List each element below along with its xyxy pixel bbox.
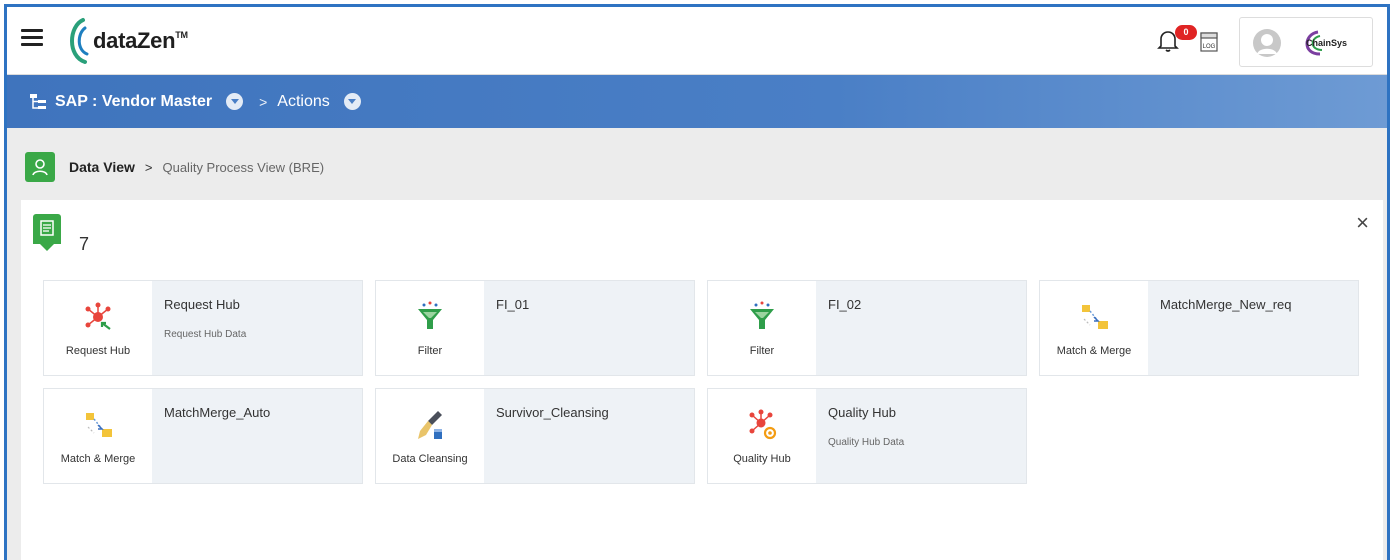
log-label: LOG	[1203, 44, 1216, 50]
match-merge-icon	[86, 413, 112, 437]
close-icon[interactable]: ×	[1356, 210, 1369, 236]
user-avatar-icon[interactable]	[1252, 28, 1282, 58]
card-type-label: Filter	[749, 345, 775, 357]
process-card[interactable]: Match & Merge MatchMerge_New_req	[1039, 280, 1359, 376]
process-card[interactable]: Match & Merge MatchMerge_Auto	[43, 388, 363, 484]
process-list-icon	[33, 214, 61, 251]
log-icon[interactable]: LOG	[1199, 31, 1219, 53]
card-description: Quality Hub Data	[828, 437, 905, 448]
card-name: Request Hub	[164, 297, 240, 312]
match-merge-icon	[1082, 305, 1108, 329]
card-type-label: Match & Merge	[1056, 345, 1132, 357]
card-type-label: Data Cleansing	[392, 453, 468, 465]
process-card[interactable]: Filter FI_01	[375, 280, 695, 376]
datazen-logo-mark-icon	[70, 18, 89, 64]
breadcrumb-current-page: Quality Process View (BRE)	[162, 159, 325, 175]
data-view-icon	[25, 152, 55, 182]
card-description: Request Hub Data	[164, 329, 247, 340]
card-type-label: Filter	[417, 345, 443, 357]
hamburger-menu-icon[interactable]	[21, 29, 43, 47]
process-panel: 7 × Request Hub Request Hub Request Hub …	[21, 200, 1383, 560]
hierarchy-icon	[30, 93, 46, 109]
actions-menu[interactable]: Actions	[277, 93, 329, 111]
data-cleansing-icon	[418, 411, 442, 439]
object-title: SAP : Vendor Master	[55, 92, 213, 110]
card-type-area: Quality Hub	[708, 389, 816, 483]
object-dropdown-chevron-down-icon[interactable]	[226, 93, 244, 110]
breadcrumb-separator: >	[144, 159, 153, 175]
chainsys-logo: ChainSys	[1298, 28, 1364, 58]
notification-count-badge: 0	[1175, 25, 1197, 40]
card-name: MatchMerge_Auto	[164, 405, 271, 420]
datazen-logo[interactable]: dataZenTM	[61, 13, 188, 69]
card-name: MatchMerge_New_req	[1160, 297, 1292, 312]
card-name: Survivor_Cleansing	[496, 405, 609, 420]
process-card[interactable]: Request Hub Request Hub Request Hub Data	[43, 280, 363, 376]
card-name: FI_02	[828, 297, 862, 312]
card-type-label: Request Hub	[65, 345, 131, 357]
context-nav-bar: SAP : Vendor Master > Actions	[7, 75, 1387, 128]
request-hub-icon	[85, 302, 111, 330]
actions-dropdown-chevron-down-icon[interactable]	[343, 93, 361, 110]
card-name: FI_01	[496, 297, 530, 312]
top-header: dataZenTM 0 LOG ChainSys	[7, 7, 1387, 75]
card-type-area: Filter	[376, 281, 484, 375]
process-card[interactable]: Filter FI_02	[707, 280, 1027, 376]
app-frame: dataZenTM 0 LOG ChainSys SAP: Vendor Ma…	[4, 4, 1390, 560]
filter-icon	[750, 301, 774, 329]
card-type-area: Request Hub	[44, 281, 152, 375]
chainsys-text: ChainSys	[1306, 38, 1348, 48]
process-card[interactable]: Quality Hub Quality Hub Quality Hub Data	[707, 388, 1027, 484]
breadcrumb-data-view[interactable]: Data View	[69, 159, 135, 175]
card-type-area: Match & Merge	[1040, 281, 1148, 375]
card-type-area: Data Cleansing	[376, 389, 484, 483]
process-card[interactable]: Data Cleansing Survivor_Cleansing	[375, 388, 695, 484]
process-count: 7	[79, 234, 90, 254]
breadcrumb: Data View > Quality Process View (BRE)	[25, 152, 324, 182]
nav-separator: >	[259, 93, 268, 110]
card-type-label: Match & Merge	[60, 453, 136, 465]
card-type-label: Quality Hub	[733, 453, 791, 465]
quality-hub-icon	[749, 409, 777, 440]
card-type-area: Filter	[708, 281, 816, 375]
logo-text: dataZenTM	[93, 28, 188, 53]
card-type-area: Match & Merge	[44, 389, 152, 483]
user-profile-box[interactable]: ChainSys	[1239, 17, 1373, 67]
card-name: Quality Hub	[828, 405, 896, 420]
filter-icon	[418, 301, 442, 329]
